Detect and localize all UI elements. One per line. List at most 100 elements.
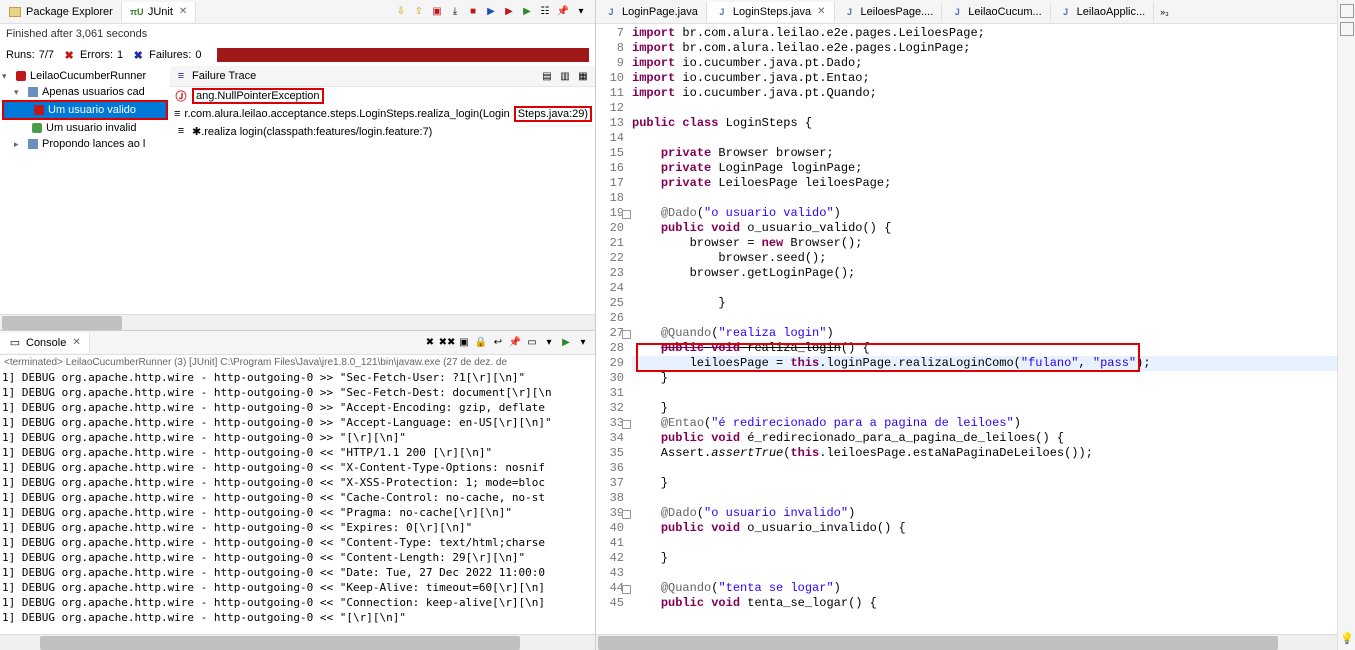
- code-line[interactable]: public void o_usuario_invalido() {: [632, 521, 1355, 536]
- failure-trace-pane: ≡ Failure Trace ▤ ▥ ▦ Ⓙ ang.NullPointerE…: [170, 66, 595, 314]
- show-failures-icon[interactable]: ▣: [429, 4, 445, 20]
- pin-icon[interactable]: 📌: [555, 4, 571, 20]
- code-line[interactable]: @Quando("tenta se logar"): [632, 581, 1355, 596]
- trace-exception-row[interactable]: Ⓙ ang.NullPointerException: [170, 87, 595, 105]
- console-menu-icon[interactable]: ▾: [575, 335, 591, 351]
- line-number: 33: [596, 416, 632, 431]
- code-line[interactable]: import io.cucumber.java.pt.Quando;: [632, 86, 1355, 101]
- new-console-icon[interactable]: ▶: [558, 335, 574, 351]
- junit-test-tree[interactable]: ▾LeilaoCucumberRunner ▾Apenas usuarios c…: [0, 66, 170, 314]
- tasks-icon[interactable]: [1340, 22, 1354, 36]
- line-number: 38: [596, 491, 632, 506]
- scroll-lock-icon[interactable]: ⤓: [447, 4, 463, 20]
- code-line[interactable]: browser.getLoginPage();: [632, 266, 1355, 281]
- tree-leaf[interactable]: Um usuario invalid: [46, 122, 136, 134]
- tree-scenario[interactable]: Apenas usuarios cad: [42, 86, 145, 98]
- code-line[interactable]: @Dado("o usuario invalido"): [632, 506, 1355, 521]
- code-line[interactable]: browser = new Browser();: [632, 236, 1355, 251]
- pin-console-icon[interactable]: 📌: [507, 335, 523, 351]
- tree-root[interactable]: LeilaoCucumberRunner: [30, 70, 146, 82]
- display-selected-icon[interactable]: ▭: [524, 335, 540, 351]
- code-line[interactable]: import io.cucumber.java.pt.Dado;: [632, 56, 1355, 71]
- console-line: 1] DEBUG org.apache.http.wire - http-out…: [2, 490, 593, 505]
- close-icon[interactable]: ✕: [179, 6, 187, 17]
- code-line[interactable]: @Entao("é redirecionado para a pagina de…: [632, 416, 1355, 431]
- tab-console[interactable]: ▭ Console ✕: [0, 333, 90, 353]
- code-line[interactable]: }: [632, 401, 1355, 416]
- code-line[interactable]: public void é_redirecionado_para_a_pagin…: [632, 431, 1355, 446]
- tab-junit[interactable]: πU JUnit ✕: [122, 2, 196, 22]
- code-line[interactable]: leiloesPage = this.loginPage.realizaLogi…: [632, 356, 1355, 371]
- code-line[interactable]: }: [632, 371, 1355, 386]
- rerun-icon[interactable]: ▶: [483, 4, 499, 20]
- code-line[interactable]: [632, 191, 1355, 206]
- next-failure-icon[interactable]: ⇧: [411, 4, 427, 20]
- scroll-lock-icon[interactable]: 🔒: [473, 335, 489, 351]
- code-line[interactable]: }: [632, 296, 1355, 311]
- code-line[interactable]: [632, 311, 1355, 326]
- more-tabs-button[interactable]: »₃: [1154, 4, 1175, 20]
- editor-tab[interactable]: JLeilaoCucum...: [942, 2, 1050, 22]
- editor-tab-active[interactable]: JLoginSteps.java✕: [707, 2, 835, 22]
- rerun-failed-icon[interactable]: ▶: [501, 4, 517, 20]
- outline-icon[interactable]: [1340, 4, 1354, 18]
- code-line[interactable]: [632, 491, 1355, 506]
- code-line[interactable]: import io.cucumber.java.pt.Entao;: [632, 71, 1355, 86]
- code-line[interactable]: private Browser browser;: [632, 146, 1355, 161]
- code-line[interactable]: public void realiza_login() {: [632, 341, 1355, 356]
- tab-package-explorer[interactable]: Package Explorer: [0, 2, 122, 22]
- ft-menu-icon[interactable]: ▦: [575, 68, 591, 84]
- code-line[interactable]: import br.com.alura.leilao.e2e.pages.Lei…: [632, 26, 1355, 41]
- console-hscroll[interactable]: [0, 634, 595, 650]
- remove-launch-icon[interactable]: ✖✖: [439, 335, 455, 351]
- history-icon[interactable]: ☷: [537, 4, 553, 20]
- code-line[interactable]: [632, 386, 1355, 401]
- code-content[interactable]: import br.com.alura.leilao.e2e.pages.Lei…: [632, 24, 1355, 634]
- code-line[interactable]: private LoginPage loginPage;: [632, 161, 1355, 176]
- code-line[interactable]: [632, 131, 1355, 146]
- tree-scenario[interactable]: Propondo lances ao l: [42, 138, 145, 150]
- open-console-icon[interactable]: ▾: [541, 335, 557, 351]
- console-output[interactable]: 1] DEBUG org.apache.http.wire - http-out…: [0, 370, 595, 634]
- code-line[interactable]: [632, 461, 1355, 476]
- code-line[interactable]: [632, 566, 1355, 581]
- code-line[interactable]: }: [632, 476, 1355, 491]
- code-line[interactable]: [632, 536, 1355, 551]
- word-wrap-icon[interactable]: ↩: [490, 335, 506, 351]
- compare-icon[interactable]: ▤: [539, 68, 555, 84]
- view-menu-icon[interactable]: ▾: [573, 4, 589, 20]
- code-line[interactable]: @Dado("o usuario valido"): [632, 206, 1355, 221]
- junit-finished-text: Finished after 3,061 seconds: [0, 24, 595, 44]
- prev-failure-icon[interactable]: ⇩: [393, 4, 409, 20]
- failures-value: 0: [195, 49, 201, 61]
- code-line[interactable]: private LeiloesPage leiloesPage;: [632, 176, 1355, 191]
- editor-tab[interactable]: JLeilaoApplic...: [1051, 2, 1155, 22]
- code-line[interactable]: public void tenta_se_logar() {: [632, 596, 1355, 611]
- code-line[interactable]: public class LoginSteps {: [632, 116, 1355, 131]
- stop-icon[interactable]: ■: [465, 4, 481, 20]
- code-line[interactable]: public void o_usuario_valido() {: [632, 221, 1355, 236]
- tree-item-selected[interactable]: Um usuario valido: [2, 100, 168, 120]
- terminate-icon[interactable]: ▣: [456, 335, 472, 351]
- run-icon[interactable]: ▶: [519, 4, 535, 20]
- code-line[interactable]: [632, 281, 1355, 296]
- clear-console-icon[interactable]: ✖: [422, 335, 438, 351]
- code-line[interactable]: Assert.assertTrue(this.leiloesPage.estaN…: [632, 446, 1355, 461]
- close-icon[interactable]: ✕: [817, 6, 825, 17]
- editor-tab[interactable]: JLeiloesPage....: [835, 2, 943, 22]
- trace-stack-row[interactable]: ≡ ✱.realiza login(classpath:features/log…: [170, 123, 595, 139]
- tree-hscroll[interactable]: [0, 314, 595, 330]
- code-line[interactable]: }: [632, 551, 1355, 566]
- filter-icon[interactable]: ▥: [557, 68, 573, 84]
- editor-tab[interactable]: JLoginPage.java: [596, 2, 707, 22]
- editor-hscroll[interactable]: [596, 634, 1355, 650]
- trace-stack-row[interactable]: ≡ r.com.alura.leilao.acceptance.steps.Lo…: [170, 105, 595, 123]
- code-line[interactable]: [632, 101, 1355, 116]
- code-line[interactable]: @Quando("realiza login"): [632, 326, 1355, 341]
- close-icon[interactable]: ✕: [72, 337, 80, 348]
- line-number: 16: [596, 161, 632, 176]
- code-line[interactable]: browser.seed();: [632, 251, 1355, 266]
- code-editor[interactable]: 7891011121314151617181920212223242526272…: [596, 24, 1355, 634]
- code-line[interactable]: import br.com.alura.leilao.e2e.pages.Log…: [632, 41, 1355, 56]
- tip-icon[interactable]: 💡: [1340, 632, 1354, 646]
